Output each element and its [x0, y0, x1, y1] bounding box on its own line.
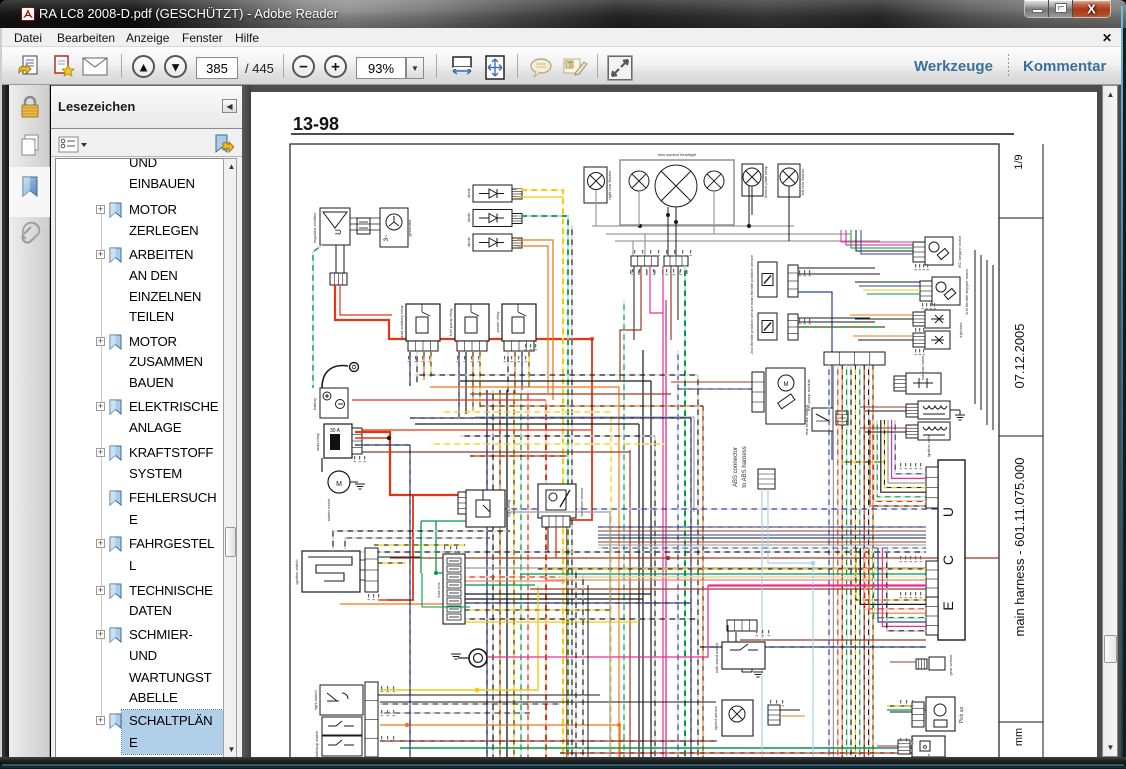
svg-text:mm: mm: [1013, 728, 1025, 746]
svg-text:new symbol headlight: new symbol headlight: [658, 152, 697, 157]
svg-text:3~: 3~: [384, 234, 390, 241]
svg-text:fuse box: fuse box: [436, 582, 441, 597]
svg-text:U: U: [334, 229, 343, 235]
svg-text:C: C: [940, 555, 956, 565]
svg-text:2nd throttle stepper motor: 2nd throttle stepper motor: [964, 268, 969, 314]
svg-text:07.12.2005: 07.12.2005: [1012, 323, 1027, 388]
svg-text:light switch: light switch: [313, 690, 318, 710]
svg-text:generator: generator: [407, 219, 412, 237]
svg-text:left rear flasher: left rear flasher: [800, 168, 805, 195]
svg-text:ISC stepper motor: ISC stepper motor: [957, 235, 962, 268]
svg-text:M: M: [336, 481, 342, 488]
svg-text:side stand switch: side stand switch: [714, 643, 719, 673]
svg-text:right rear flasher: right rear flasher: [607, 170, 612, 200]
svg-text:main throttle position sensor: main throttle position sensor: [749, 254, 754, 305]
svg-text:licence plate lamp: licence plate lamp: [763, 165, 768, 198]
svg-text:E: E: [940, 601, 956, 610]
svg-text:speed sensor: speed sensor: [713, 705, 718, 730]
svg-text:fuel pump relay: fuel pump relay: [448, 308, 453, 335]
svg-text:diode: diode: [466, 187, 471, 198]
svg-text:starter motor: starter motor: [326, 498, 331, 521]
svg-text:⚙: ⚙: [922, 744, 927, 751]
svg-text:fuel pump module: fuel pump module: [806, 378, 811, 411]
svg-text:diode: diode: [466, 236, 471, 247]
svg-text:Pick up: Pick up: [959, 707, 965, 724]
svg-text:U: U: [940, 507, 956, 517]
svg-text:M: M: [784, 382, 789, 388]
svg-text:light relay: light relay: [506, 499, 511, 516]
svg-text:start relay: start relay: [315, 433, 320, 451]
svg-text:regulator-rectifier: regulator-rectifier: [312, 212, 317, 243]
svg-text:exhaust valve: exhaust valve: [920, 355, 925, 380]
svg-text:ABS connector: ABS connector: [733, 447, 739, 487]
svg-text:ignition coils: ignition coils: [926, 435, 931, 457]
svg-text:13-98: 13-98: [293, 114, 339, 134]
svg-text:to ABS harness: to ABS harness: [742, 446, 748, 487]
svg-text:gear sensor: gear sensor: [948, 654, 953, 676]
svg-text:start/stop switch: start/stop switch: [314, 731, 319, 757]
svg-text:T: T: [568, 62, 573, 69]
svg-text:2nd throttle position sensor: 2nd throttle position sensor: [749, 305, 754, 354]
svg-text:diode: diode: [466, 212, 471, 223]
svg-text:30 A: 30 A: [330, 428, 341, 434]
svg-text:ignition switch: ignition switch: [294, 560, 299, 585]
svg-text:main harness - 601.11.075.000: main harness - 601.11.075.000: [1012, 458, 1027, 637]
svg-text:battery: battery: [312, 398, 317, 410]
svg-text:power relay: power relay: [495, 312, 500, 333]
svg-text:start auxiliary relay: start auxiliary relay: [399, 305, 404, 338]
svg-text:1/9: 1/9: [1013, 154, 1025, 169]
svg-text:injectors: injectors: [958, 323, 963, 338]
